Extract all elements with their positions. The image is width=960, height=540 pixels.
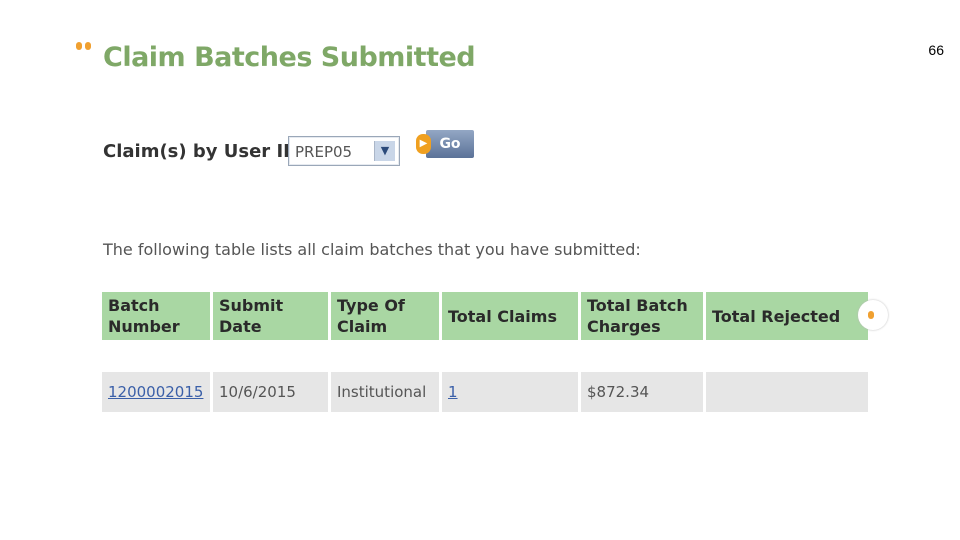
total-claims-link[interactable]: 1 [448,383,458,401]
column-header-total-claims[interactable]: Total Claims [442,292,578,340]
column-header-batch-number[interactable]: Batch Number [102,292,210,340]
total-rejected-cell [706,372,868,412]
claim-batches-table: Batch Number Submit Date Type Of Claim T… [99,292,871,412]
selected-user-value: PREP05 [295,143,353,161]
scroll-indicator-icon[interactable] [858,300,888,330]
page-title: Claim Batches Submitted [103,42,476,73]
go-button-label: Go [426,130,474,158]
user-id-label: Claim(s) by User ID: [103,141,306,162]
submit-date-cell: 10/6/2015 [213,372,328,412]
table-header-row: Batch Number Submit Date Type Of Claim T… [102,292,868,340]
arrow-right-icon: ▶ [416,134,431,154]
user-id-select[interactable]: PREP05 ▼ [288,136,400,166]
type-of-claim-cell: Institutional [331,372,439,412]
batch-number-cell: 1200002015 [102,372,210,412]
total-claims-cell: 1 [442,372,578,412]
total-batch-charges-cell: $872.34 [581,372,703,412]
column-header-submit-date[interactable]: Submit Date [213,292,328,340]
go-button[interactable]: Go ▶ [416,130,474,162]
batch-number-link[interactable]: 1200002015 [108,383,203,401]
page-number: 66 [928,42,944,58]
orange-dots-icon [76,40,98,52]
table-row: 1200002015 10/6/2015 Institutional 1 $87… [102,372,868,412]
chevron-down-icon[interactable]: ▼ [374,141,395,161]
column-header-total-rejected[interactable]: Total Rejected [706,292,868,340]
column-header-type-of-claim[interactable]: Type Of Claim [331,292,439,340]
column-header-total-batch-charges[interactable]: Total Batch Charges [581,292,703,340]
intro-text: The following table lists all claim batc… [103,240,641,259]
